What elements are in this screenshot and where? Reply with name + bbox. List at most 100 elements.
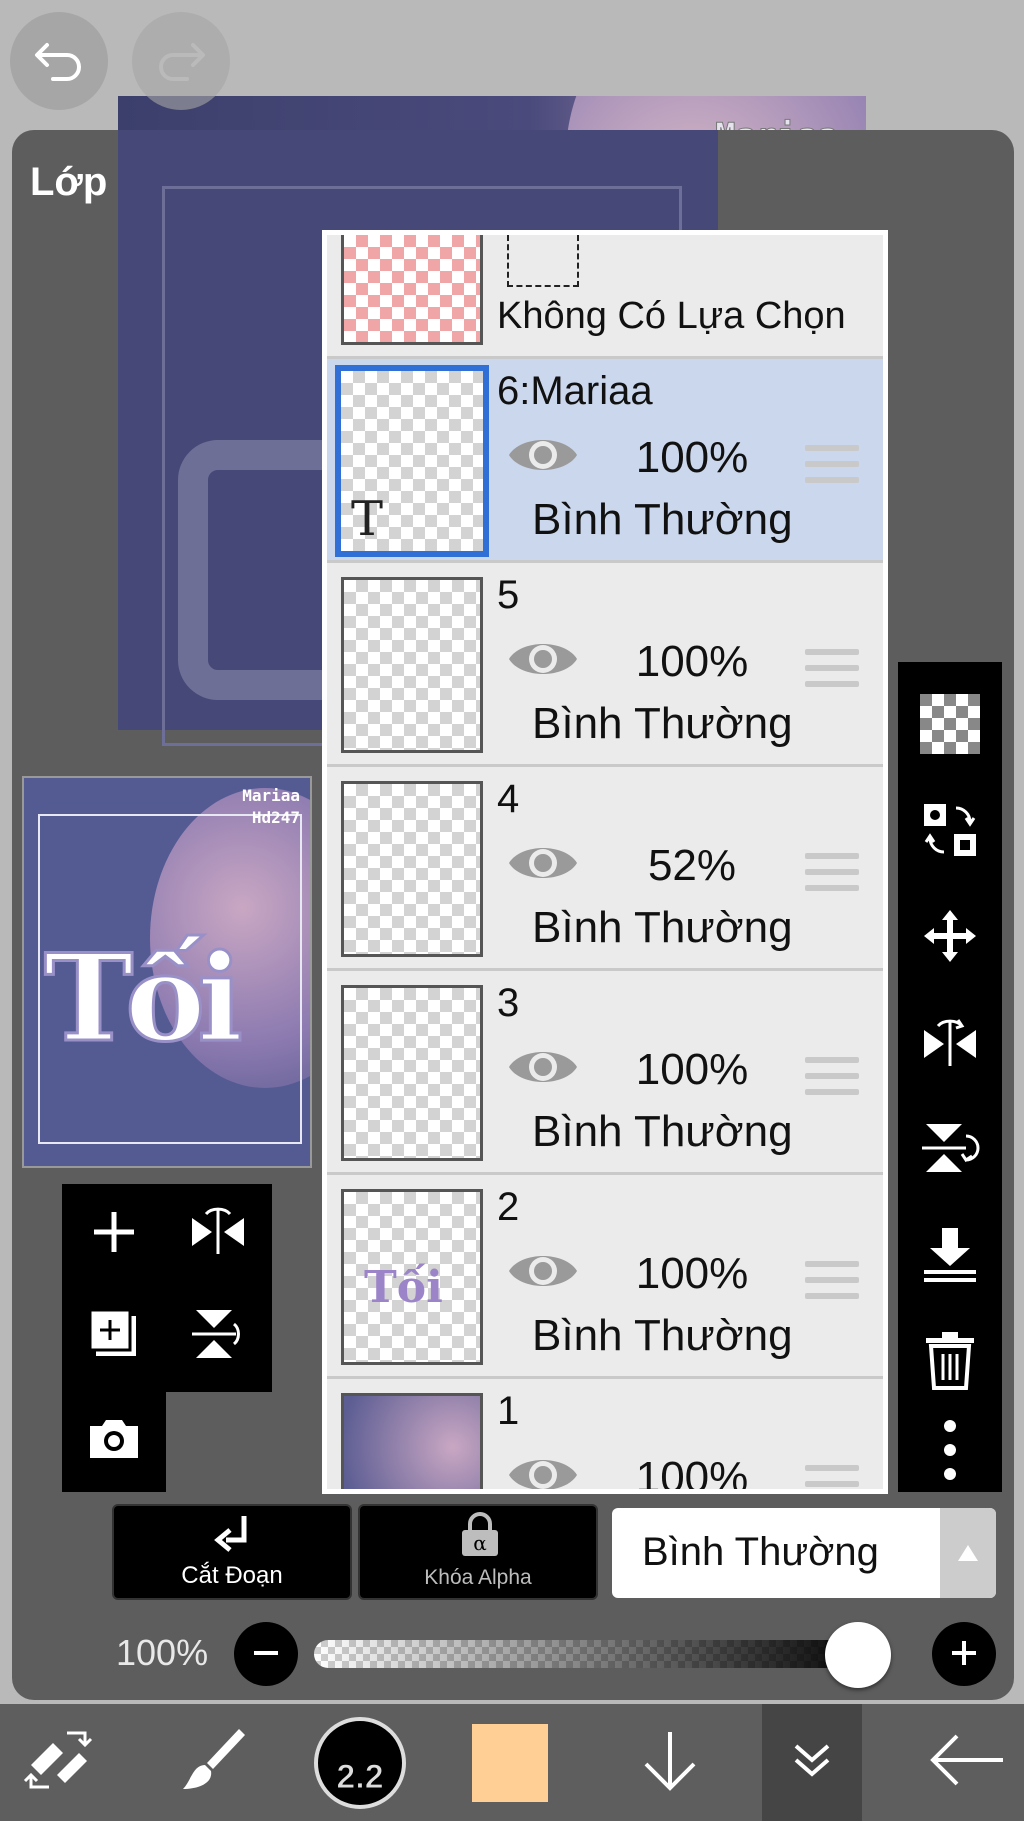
camera-import-button[interactable] — [66, 1392, 162, 1488]
selection-label: Không Có Lựa Chọn — [497, 295, 846, 337]
transform-tool-button[interactable] — [0, 1704, 116, 1821]
selection-marquee-icon — [507, 235, 579, 287]
layer-row[interactable]: T 6:Mariaa 100% Bình Thường — [327, 359, 883, 563]
selection-layer-row[interactable]: Không Có Lựa Chọn — [327, 235, 883, 359]
layer-blend-mode: Bình Thường — [532, 1311, 793, 1360]
more-options-button[interactable] — [898, 1404, 1002, 1500]
layer-name: 2 — [497, 1185, 520, 1229]
layer-opacity: 100% — [635, 1045, 749, 1094]
color-picker-button[interactable] — [470, 1704, 550, 1821]
chevron-double-down-icon — [792, 1740, 832, 1785]
layer-thumbnail — [341, 577, 483, 753]
drag-handle-icon[interactable] — [805, 649, 859, 697]
redo-icon — [153, 31, 209, 92]
eye-icon[interactable] — [507, 1451, 579, 1489]
eye-icon[interactable] — [507, 635, 579, 688]
transparent-fill-button[interactable] — [898, 678, 1002, 774]
move-layer-button[interactable] — [898, 890, 1002, 986]
opacity-slider[interactable] — [314, 1640, 874, 1668]
layer-name: 5 — [497, 573, 520, 617]
eye-icon[interactable] — [507, 431, 579, 484]
eye-icon[interactable] — [507, 839, 579, 892]
lock-icon: α — [458, 1512, 502, 1563]
thumb-title: Tối — [43, 927, 245, 1071]
flip-vertical-icon — [920, 1118, 980, 1183]
flip-vertical-button[interactable] — [170, 1288, 266, 1384]
brush-size-value: 2.2 — [336, 1757, 384, 1796]
trash-icon — [924, 1330, 976, 1395]
opacity-label: 100% — [116, 1632, 209, 1673]
alpha-lock-button[interactable]: α Khóa Alpha — [358, 1504, 598, 1600]
layer-thumbnail — [341, 781, 483, 957]
layer-opacity: 100% — [635, 1249, 749, 1298]
duplicate-layer-button[interactable] — [66, 1288, 162, 1384]
clipping-label: Cắt Đoạn — [181, 1562, 283, 1589]
layer-down-button[interactable] — [620, 1704, 720, 1821]
layer-row[interactable]: Tối 2 100% Bình Thường — [327, 1175, 883, 1379]
duplicate-layer-icon — [86, 1306, 142, 1367]
layer-blend-mode: Bình Thường — [532, 495, 793, 544]
drag-handle-icon[interactable] — [805, 445, 859, 493]
layer-thumbnail — [341, 985, 483, 1161]
thumb-watermark-id: Hd247 — [251, 808, 300, 827]
layer-opacity: 100% — [635, 1453, 749, 1494]
layer-side-toolbar — [898, 662, 1002, 1492]
bottom-toolbar: 2.2 — [0, 1704, 1024, 1821]
merge-down-icon — [920, 1224, 980, 1289]
clip-arrow-icon — [214, 1514, 254, 1563]
blend-mode-select[interactable]: Bình Thường — [612, 1508, 996, 1598]
undo-button[interactable] — [10, 12, 108, 110]
undo-icon — [31, 31, 87, 92]
opacity-decrease-button[interactable] — [234, 1622, 298, 1686]
layer-blend-mode: Bình Thường — [532, 699, 793, 748]
back-button[interactable] — [910, 1704, 1024, 1821]
blend-mode-value: Bình Thường — [642, 1530, 879, 1574]
layer-row[interactable]: 3 100% Bình Thường — [327, 971, 883, 1175]
layer-row[interactable]: 5 100% Bình Thường — [327, 563, 883, 767]
delete-layer-button[interactable] — [898, 1314, 1002, 1410]
layer-name: 3 — [497, 981, 520, 1025]
drag-handle-icon[interactable] — [805, 1261, 859, 1309]
layer-blend-mode: Bình Thường — [532, 1107, 793, 1156]
layer-opacity: 100% — [635, 637, 749, 686]
layer-thumbnail: Tối — [341, 1189, 483, 1365]
layer-opacity: 52% — [647, 841, 737, 890]
flip-layer-vertical-button[interactable] — [898, 1102, 1002, 1198]
text-layer-icon: T — [351, 491, 384, 547]
transform-icon — [23, 1725, 93, 1800]
add-layer-button[interactable] — [66, 1186, 162, 1282]
swap-layer-button[interactable] — [898, 784, 1002, 880]
flip-layer-horizontal-button[interactable] — [898, 996, 1002, 1092]
current-color-swatch — [472, 1723, 548, 1802]
alpha-lock-label: Khóa Alpha — [424, 1566, 532, 1589]
brush-size-indicator: 2.2 — [314, 1716, 406, 1809]
redo-button[interactable] — [132, 12, 230, 110]
back-arrow-icon — [927, 1734, 1007, 1791]
move-icon — [920, 906, 980, 971]
minus-icon — [252, 1632, 280, 1677]
clipping-button[interactable]: Cắt Đoạn — [112, 1504, 352, 1600]
layer-row[interactable]: 1 100% — [327, 1379, 883, 1494]
chevron-up-icon[interactable] — [940, 1508, 996, 1598]
brush-icon — [177, 1723, 251, 1802]
selection-thumbnail — [341, 235, 483, 345]
drag-handle-icon[interactable] — [805, 1057, 859, 1105]
flip-horizontal-button[interactable] — [170, 1186, 266, 1282]
merge-down-button[interactable] — [898, 1208, 1002, 1304]
canvas-thumbnail[interactable]: Mariaa Hd247 Tối — [22, 776, 312, 1168]
brush-tool-button[interactable] — [156, 1704, 272, 1821]
layer-list[interactable]: Không Có Lựa Chọn T 6:Mariaa 100% Bình Thườ… — [322, 230, 888, 1494]
plus-icon — [90, 1208, 138, 1261]
layers-panel-button[interactable] — [762, 1704, 862, 1821]
brush-size-button[interactable]: 2.2 — [310, 1704, 410, 1821]
opacity-increase-button[interactable] — [932, 1622, 996, 1686]
flip-vertical-icon — [188, 1304, 248, 1369]
drag-handle-icon[interactable] — [805, 1465, 859, 1489]
layer-row[interactable]: 4 52% Bình Thường — [327, 767, 883, 971]
eye-icon[interactable] — [507, 1247, 579, 1300]
layer-blend-mode: Bình Thường — [532, 903, 793, 952]
eye-icon[interactable] — [507, 1043, 579, 1096]
flip-horizontal-icon — [920, 1014, 980, 1075]
opacity-slider-knob[interactable] — [825, 1622, 891, 1688]
drag-handle-icon[interactable] — [805, 853, 859, 901]
